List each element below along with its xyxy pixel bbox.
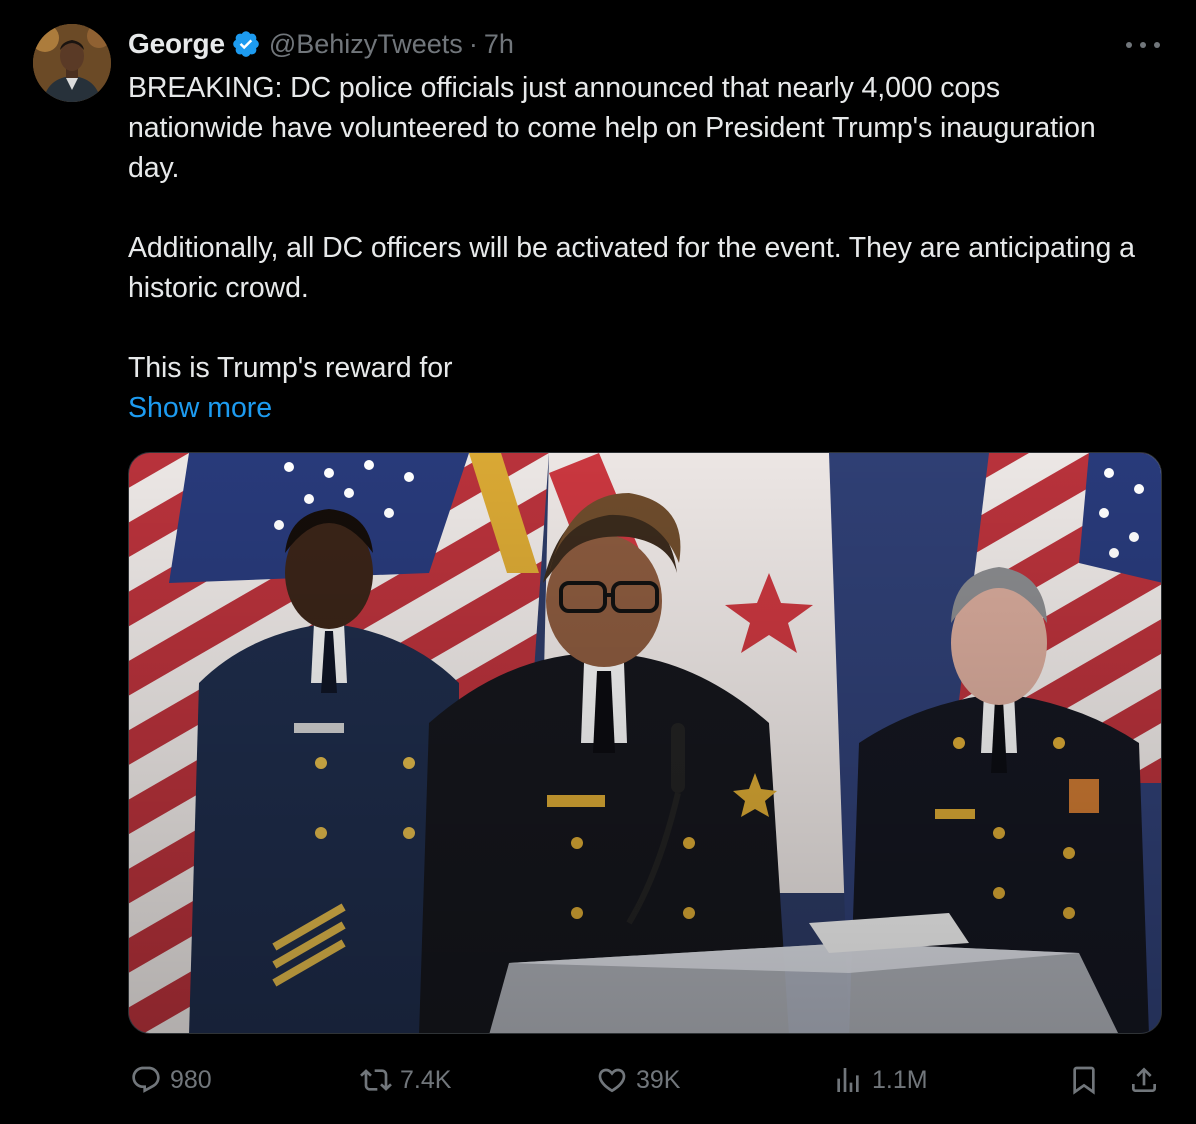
avatar[interactable] [33,24,111,102]
reply-count: 980 [170,1065,212,1094]
more-horizontal-icon[interactable] [1126,30,1160,60]
tweet-paragraph: This is Trump's reward for [128,352,453,384]
views-count: 1.1M [872,1065,928,1094]
like-button[interactable]: 39K [596,1058,680,1102]
share-icon [1132,1067,1156,1092]
tweet-action-bar: 980 7.4K 39K 1.1M [128,1058,1162,1102]
tweet-paragraph: Additionally, all DC officers will be ac… [128,232,1135,304]
repost-icon [360,1069,392,1091]
bookmark-icon [1073,1066,1095,1095]
show-more-link[interactable]: Show more [128,388,272,428]
analytics-icon [837,1068,859,1092]
reply-icon [132,1066,160,1093]
heart-icon [598,1068,626,1093]
repost-count: 7.4K [400,1065,452,1094]
separator-dot: · [468,28,478,59]
tweet-paragraph: BREAKING: DC police officials just annou… [128,72,1096,184]
author-handle[interactable]: @BehizyTweets [269,29,463,60]
verified-badge-icon [231,29,261,59]
repost-button[interactable]: 7.4K [360,1058,451,1102]
author-name[interactable]: George [128,28,225,60]
tweet-header: George @BehizyTweets · 7h [128,26,514,62]
bookmark-button[interactable] [1068,1058,1108,1102]
share-button[interactable] [1128,1058,1168,1102]
timestamp[interactable]: 7h [484,29,514,60]
reply-button[interactable]: 980 [130,1058,212,1102]
tweet-media-video[interactable] [128,452,1162,1034]
views-button[interactable]: 1.1M [832,1058,928,1102]
tweet-text: BREAKING: DC police officials just annou… [128,68,1138,388]
tweet[interactable]: George @BehizyTweets · 7h BREAKING: DC p… [0,0,1196,1124]
like-count: 39K [636,1065,681,1094]
